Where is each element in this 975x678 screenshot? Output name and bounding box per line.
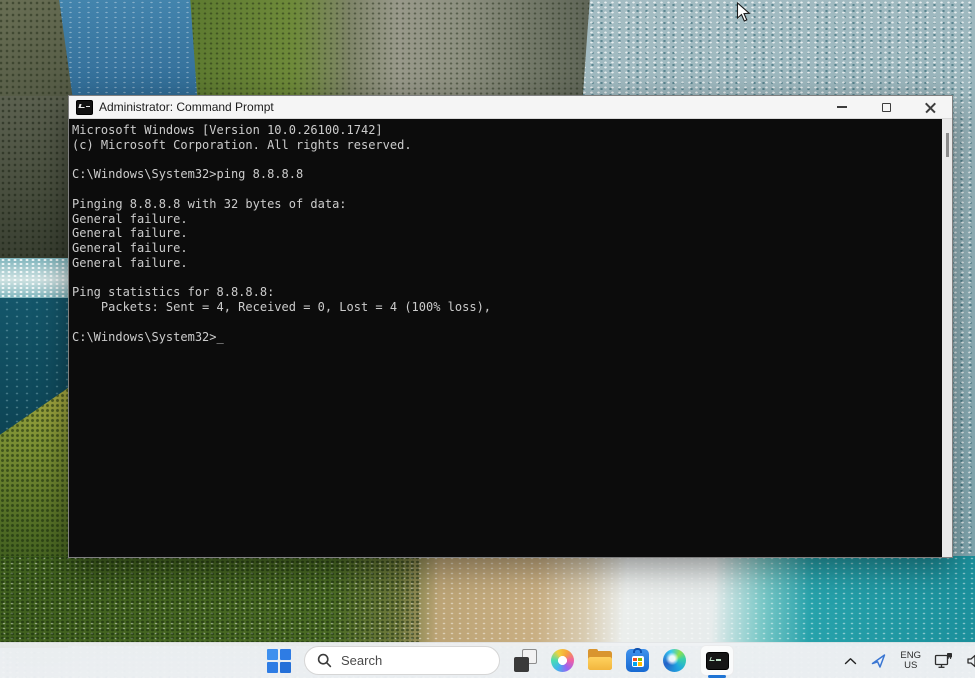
terminal-line <box>72 271 942 286</box>
store-bag-icon <box>626 649 649 672</box>
volume-button[interactable] <box>966 653 975 669</box>
copilot-button[interactable] <box>551 649 574 672</box>
microsoft-store-button[interactable] <box>626 649 649 672</box>
search-input[interactable]: Search <box>304 646 500 675</box>
command-prompt-icon <box>76 100 93 115</box>
window-title: Administrator: Command Prompt <box>99 100 274 114</box>
desktop: Administrator: Command Prompt Microsoft … <box>0 0 975 678</box>
titlebar[interactable]: Administrator: Command Prompt <box>69 96 952 119</box>
windows-logo-icon <box>267 649 290 672</box>
terminal-line: Pinging 8.8.8.8 with 32 bytes of data: <box>72 197 942 212</box>
terminal-line <box>72 182 942 197</box>
command-prompt-icon <box>706 652 729 670</box>
terminal-line: General failure. <box>72 212 942 227</box>
terminal-output[interactable]: Microsoft Windows [Version 10.0.26100.17… <box>69 119 942 557</box>
location-arrow-icon <box>870 653 887 669</box>
terminal-line: Microsoft Windows [Version 10.0.26100.17… <box>72 123 942 138</box>
task-view-icon <box>514 649 537 672</box>
terminal-line: Packets: Sent = 4, Received = 0, Lost = … <box>72 300 942 315</box>
file-explorer-button[interactable] <box>588 651 612 670</box>
location-indicator-button[interactable] <box>870 653 887 669</box>
tray-chevron-button[interactable] <box>844 657 857 665</box>
terminal-line: General failure. <box>72 226 942 241</box>
terminal-line: General failure. <box>72 256 942 271</box>
edge-icon <box>663 649 686 672</box>
language-line2: US <box>904 661 917 671</box>
minimize-icon <box>837 106 847 108</box>
wallpaper-rock-left <box>0 96 68 271</box>
window-controls <box>820 96 952 118</box>
close-icon <box>925 102 936 113</box>
terminal-scrollbar[interactable] <box>942 119 952 557</box>
wallpaper-cliff-middle <box>190 0 590 108</box>
minimize-button[interactable] <box>820 96 864 118</box>
maximize-button[interactable] <box>864 96 908 118</box>
chevron-up-icon <box>844 657 857 665</box>
folder-icon <box>588 651 612 670</box>
terminal-prompt: C:\Windows\System32> <box>72 330 217 345</box>
wallpaper-beach-vegetation <box>0 556 420 646</box>
mouse-cursor-icon <box>736 2 751 28</box>
command-prompt-window: Administrator: Command Prompt Microsoft … <box>68 95 953 558</box>
system-tray: ENG US <box>844 643 975 678</box>
edge-browser-button[interactable] <box>663 649 686 672</box>
start-button[interactable] <box>267 649 290 672</box>
close-button[interactable] <box>908 96 952 118</box>
terminal-line: C:\Windows\System32>ping 8.8.8.8 <box>72 167 942 182</box>
speaker-icon <box>966 653 975 669</box>
copilot-icon <box>551 649 574 672</box>
scrollbar-thumb[interactable] <box>946 133 949 157</box>
task-view-button[interactable] <box>514 649 537 672</box>
search-placeholder: Search <box>341 653 382 668</box>
taskbar: Search <box>0 642 975 678</box>
search-icon <box>317 653 332 668</box>
command-prompt-taskbar-button[interactable] <box>700 645 734 676</box>
network-ethernet-icon <box>934 652 953 669</box>
language-indicator[interactable]: ENG US <box>900 651 921 671</box>
terminal-cursor: _ <box>217 330 224 345</box>
terminal-line: (c) Microsoft Corporation. All rights re… <box>72 138 942 153</box>
language-line1: ENG <box>900 651 921 661</box>
maximize-icon <box>882 103 891 112</box>
network-button[interactable] <box>934 652 953 669</box>
terminal-line <box>72 153 942 168</box>
terminal-line: General failure. <box>72 241 942 256</box>
terminal-line <box>72 315 942 330</box>
terminal-line: Ping statistics for 8.8.8.8: <box>72 285 942 300</box>
taskbar-center: Search <box>267 643 734 678</box>
